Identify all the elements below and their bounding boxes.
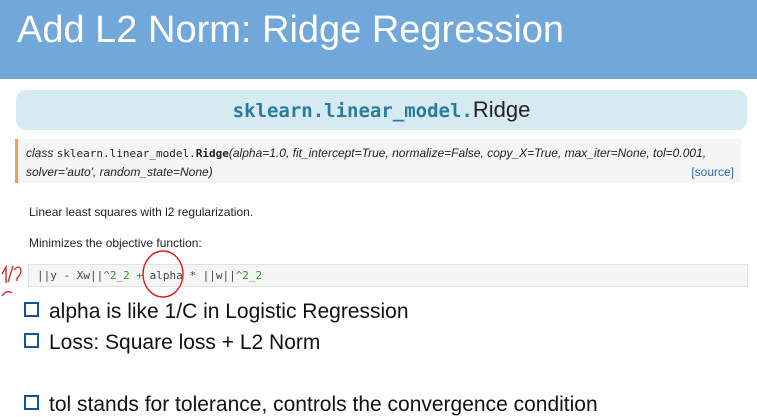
formula-part-3: alpha * ||w|| [149, 269, 236, 282]
checkbox-bullet-icon [24, 395, 39, 410]
doc-class-header: sklearn.linear_model.Ridge [16, 90, 747, 130]
handwritten-mark-question [13, 266, 22, 281]
formula-part-2: ^2_2 + [103, 269, 150, 282]
bullet-text: Loss: Square loss + L2 Norm [49, 331, 321, 354]
handwritten-mark-1 [1, 264, 7, 283]
formula-part-4: ^2_2 [235, 269, 263, 282]
bullet-text: tol stands for tolerance, controls the c… [49, 393, 598, 416]
formula-part-1: ||y - Xw|| [37, 269, 104, 282]
bullet-text: alpha is like 1/C in Logistic Regression [49, 300, 409, 323]
signature-module: sklearn.linear_model. [56, 147, 196, 160]
checkbox-bullet-icon [24, 302, 39, 317]
bullet-item: alpha is like 1/C in Logistic Regression [24, 300, 409, 324]
signature-line-2: solver='auto', random_state=None) [26, 165, 213, 179]
slide-title: Add L2 Norm: Ridge Regression [17, 9, 565, 51]
objective-formula: ||y - Xw||^2_2 + alpha * ||w||^2_2 [28, 264, 748, 287]
signature-name: Ridge [195, 147, 229, 160]
bullet-item: tol stands for tolerance, controls the c… [24, 393, 598, 417]
signature-class-keyword: class [26, 146, 57, 160]
title-bar: Add L2 Norm: Ridge Regression [0, 0, 757, 79]
signature-line-1: class sklearn.linear_model.Ridge(alpha=1… [26, 146, 706, 160]
source-link[interactable]: [source] [691, 165, 734, 179]
class-signature: class sklearn.linear_model.Ridge(alpha=1… [15, 139, 741, 183]
doc-module-path: sklearn.linear_model. [232, 100, 473, 122]
description-text: Linear least squares with l2 regularizat… [29, 205, 254, 219]
checkbox-bullet-icon [24, 333, 39, 348]
handwritten-mark-hook [1, 290, 13, 297]
handwritten-mark-slash [7, 265, 14, 283]
doc-class-name: Ridge [472, 97, 531, 122]
objective-label: Minimizes the objective function: [29, 236, 202, 250]
bullet-item: Loss: Square loss + L2 Norm [24, 331, 320, 355]
signature-params-1: (alpha=1.0, fit_intercept=True, normaliz… [228, 146, 707, 160]
